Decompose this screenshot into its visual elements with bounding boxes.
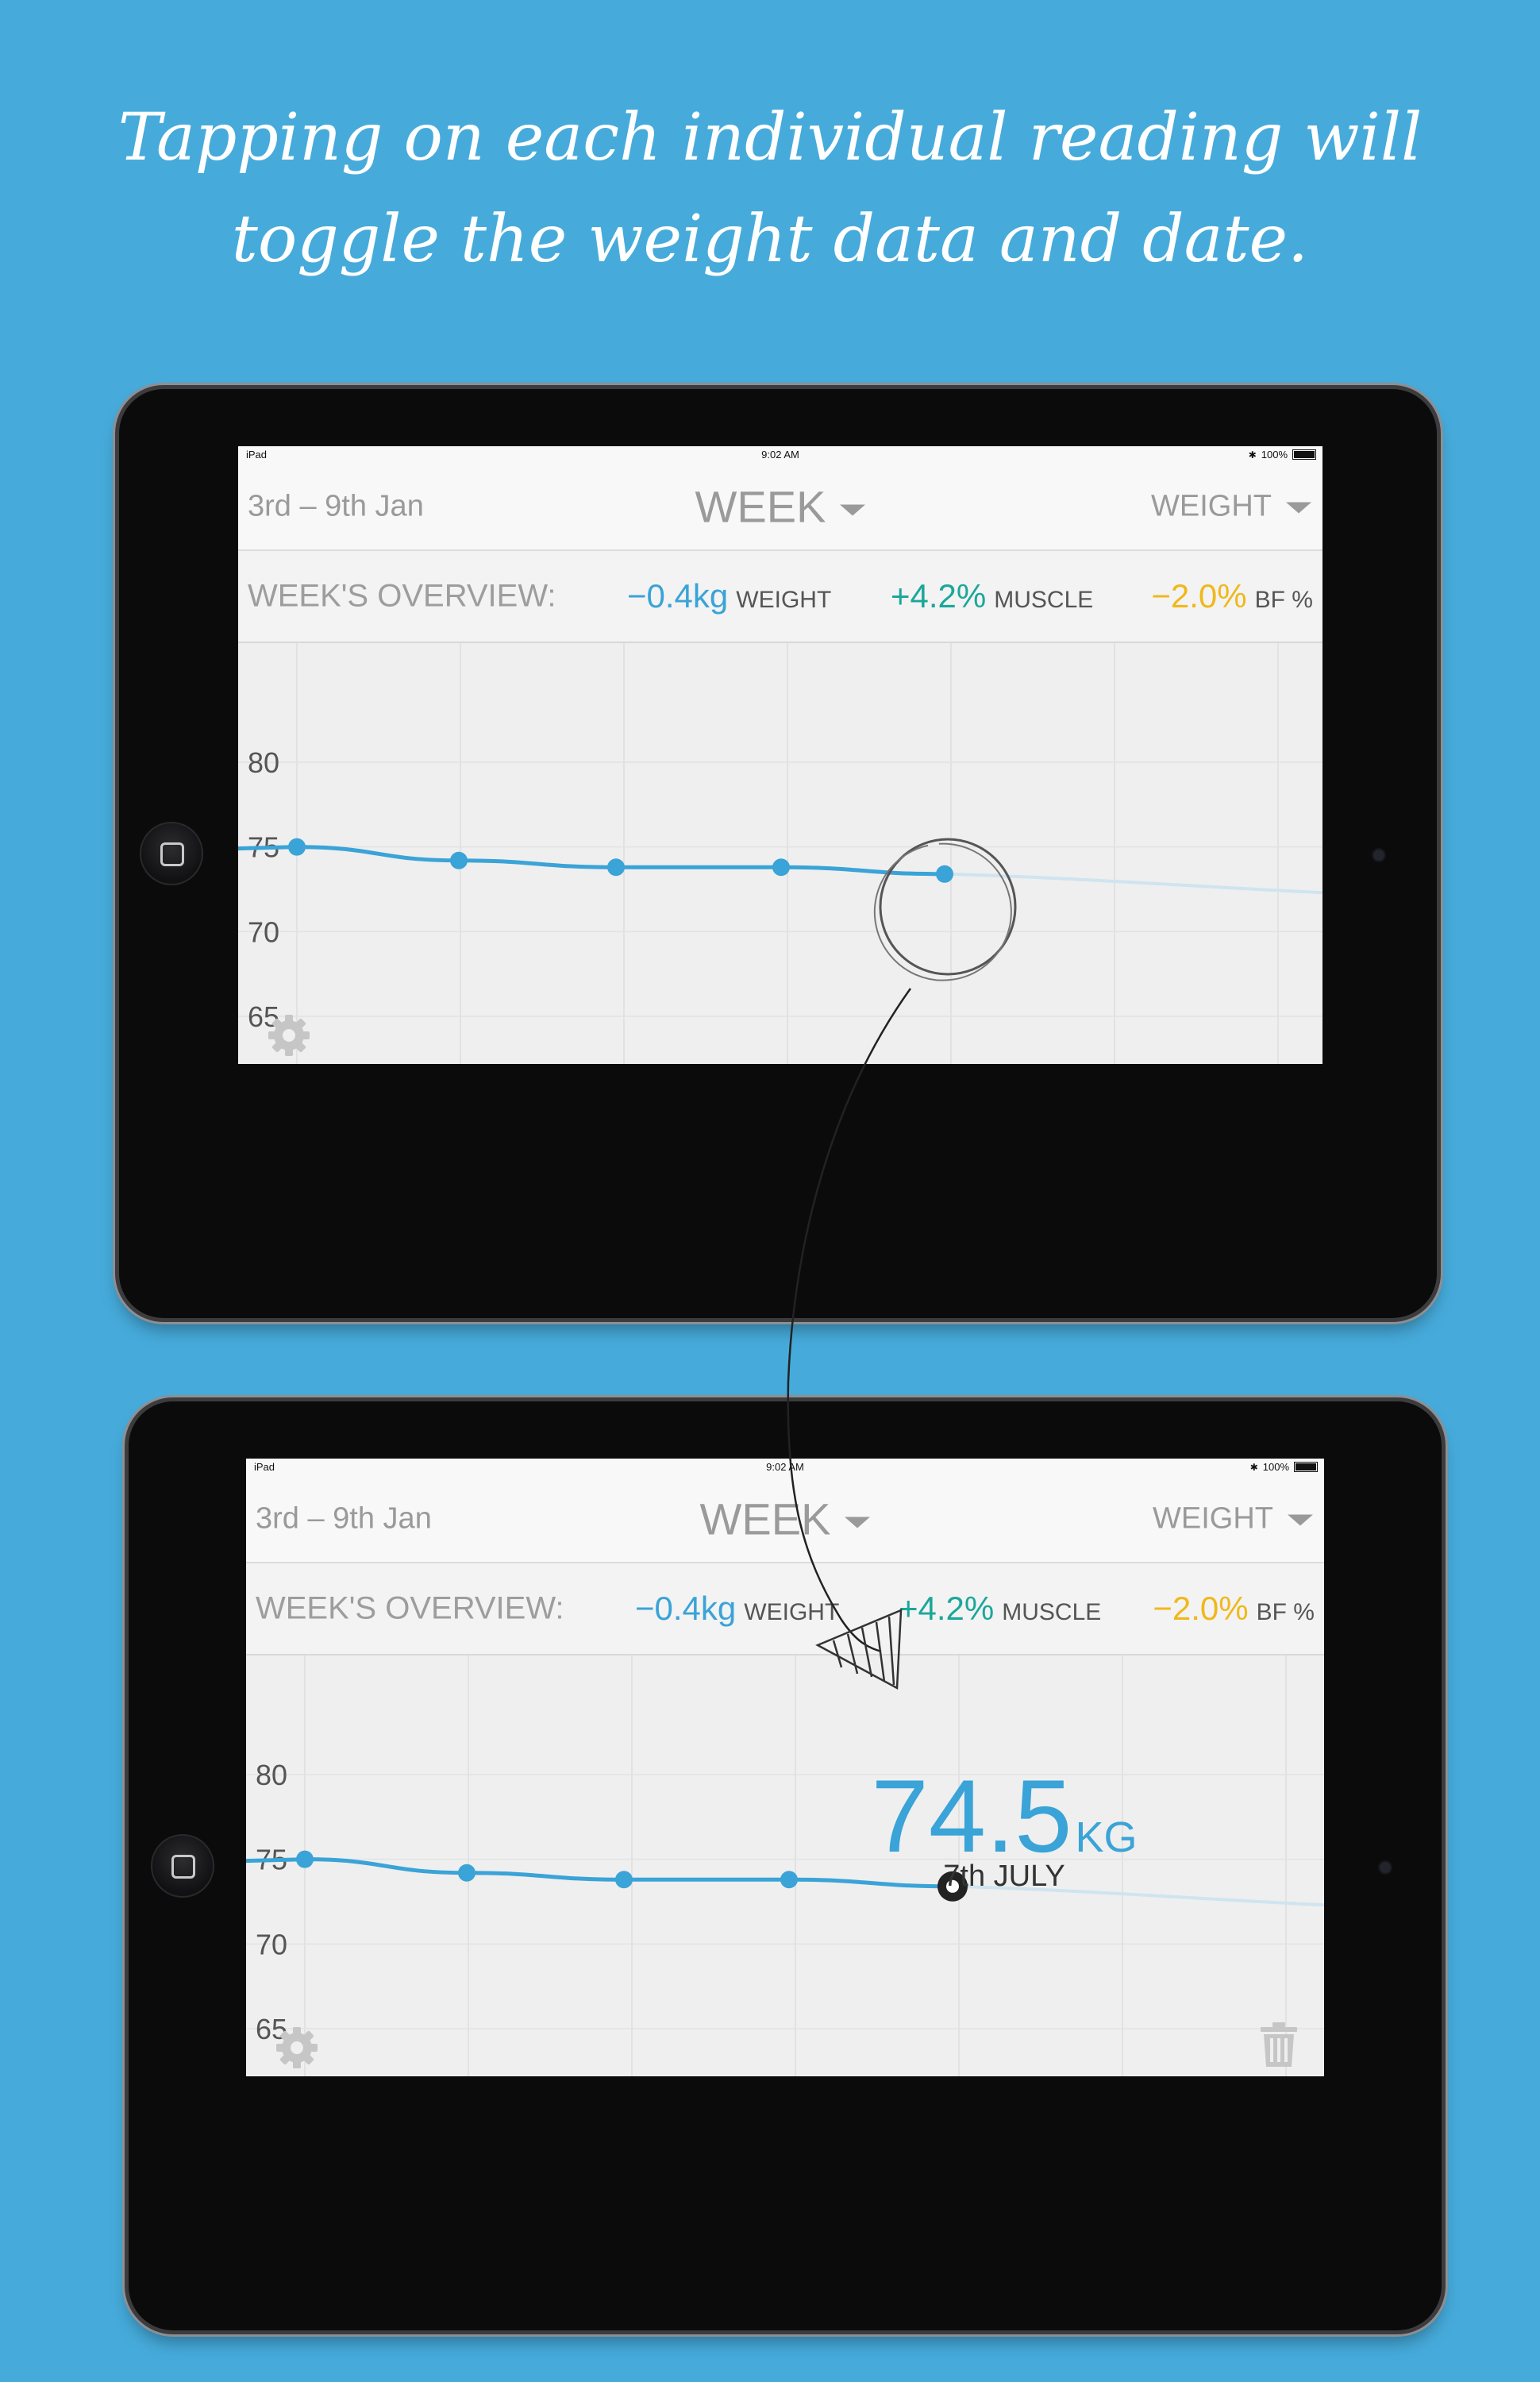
weight-chart[interactable]: 80757065 xyxy=(246,1655,1324,2076)
muscle-change: +4.2% xyxy=(891,577,987,615)
data-point[interactable] xyxy=(772,858,790,877)
status-right: ✱ 100% xyxy=(1250,1461,1318,1473)
bodyfat-label: BF % xyxy=(1254,587,1313,613)
muscle-change: +4.2% xyxy=(899,1590,995,1627)
reading-number: 74.5 xyxy=(871,1758,1072,1874)
home-button[interactable] xyxy=(151,1834,214,1898)
nav-bar: 3rd – 9th Jan WEEK WEIGHT xyxy=(246,1476,1324,1563)
battery-icon xyxy=(1294,1462,1318,1472)
gear-icon[interactable] xyxy=(265,1012,313,1059)
y-tick-label: 70 xyxy=(248,915,279,948)
weight-change: −0.4kg xyxy=(635,1590,737,1627)
status-bar: iPad 9:02 AM ✱ 100% xyxy=(238,446,1322,464)
battery-percent: 100% xyxy=(1261,449,1288,461)
weight-chart[interactable]: 80757065 xyxy=(238,643,1322,1064)
camera-icon xyxy=(1378,1860,1392,1875)
y-tick-label: 70 xyxy=(256,1928,287,1960)
ipad-frame-bottom: iPad 9:02 AM ✱ 100% 3rd – 9th Jan WEEK W… xyxy=(129,1401,1442,2330)
app-screen: iPad 9:02 AM ✱ 100% 3rd – 9th Jan WEEK W… xyxy=(246,1459,1324,2076)
week-overview: WEEK'S OVERVIEW: −0.4kg WEIGHT +4.2% MUSCL… xyxy=(238,551,1322,643)
reading-unit: KG xyxy=(1075,1813,1138,1861)
data-point[interactable] xyxy=(607,858,625,877)
bodyfat-change: −2.0% xyxy=(1153,1590,1249,1627)
selected-reading-date: 7th JULY xyxy=(943,1860,1065,1893)
bluetooth-icon: ✱ xyxy=(1248,449,1257,461)
metric-selector[interactable]: WEIGHT xyxy=(1151,490,1311,524)
bodyfat-change: −2.0% xyxy=(1151,577,1247,615)
headline-line-2: toggle the weight data and date. xyxy=(231,202,1309,277)
overview-weight: −0.4kg WEIGHT xyxy=(635,1590,839,1628)
overview-label: WEEK'S OVERVIEW: xyxy=(256,1590,564,1626)
y-tick-label: 80 xyxy=(248,746,279,779)
muscle-label: MUSCLE xyxy=(994,587,1094,613)
status-bar: iPad 9:02 AM ✱ 100% xyxy=(246,1459,1324,1476)
weight-label: WEIGHT xyxy=(736,587,832,613)
weight-line xyxy=(238,845,947,877)
weight-label: WEIGHT xyxy=(744,1599,840,1625)
overview-label: WEEK'S OVERVIEW: xyxy=(248,578,556,614)
status-time: 9:02 AM xyxy=(766,1461,804,1473)
muscle-label: MUSCLE xyxy=(1002,1599,1102,1625)
home-button[interactable] xyxy=(140,822,203,885)
chevron-down-icon xyxy=(1288,1514,1313,1526)
data-point[interactable] xyxy=(458,1864,475,1882)
gear-icon[interactable] xyxy=(273,2024,321,2072)
data-point[interactable] xyxy=(296,1850,314,1868)
chevron-down-icon xyxy=(840,504,866,516)
chevron-down-icon xyxy=(1286,502,1311,514)
headline: Tapping on each individual reading will … xyxy=(0,87,1540,291)
period-label: WEEK xyxy=(699,1494,831,1544)
selected-reading-value[interactable]: 74.5KG xyxy=(853,1764,1155,1867)
nav-bar: 3rd – 9th Jan WEEK WEIGHT xyxy=(238,464,1322,551)
data-point[interactable] xyxy=(450,851,468,869)
projection-line xyxy=(944,872,1322,895)
status-right: ✱ 100% xyxy=(1249,449,1316,461)
metric-label: WEIGHT xyxy=(1153,1501,1273,1536)
battery-percent: 100% xyxy=(1262,1461,1289,1473)
metric-label: WEIGHT xyxy=(1151,489,1272,523)
chevron-down-icon xyxy=(845,1517,871,1528)
data-point[interactable] xyxy=(615,1871,633,1889)
overview-weight: −0.4kg WEIGHT xyxy=(627,577,831,615)
battery-icon xyxy=(1292,449,1316,460)
metric-selector[interactable]: WEIGHT xyxy=(1153,1502,1313,1536)
weight-change: −0.4kg xyxy=(627,577,729,615)
y-tick-label: 80 xyxy=(256,1759,287,1791)
overview-muscle: +4.2% MUSCLE xyxy=(899,1590,1101,1628)
bluetooth-icon: ✱ xyxy=(1249,1461,1258,1473)
headline-line-1: Tapping on each individual reading will xyxy=(117,100,1423,175)
trash-icon[interactable] xyxy=(1259,2021,1299,2068)
data-point[interactable] xyxy=(780,1871,798,1889)
camera-icon xyxy=(1372,848,1386,862)
bodyfat-label: BF % xyxy=(1256,1599,1315,1625)
ipad-frame-top: iPad 9:02 AM ✱ 100% 3rd – 9th Jan WEEK W… xyxy=(119,389,1437,1318)
app-screen: iPad 9:02 AM ✱ 100% 3rd – 9th Jan WEEK W… xyxy=(238,446,1322,1064)
period-label: WEEK xyxy=(695,481,826,532)
week-overview: WEEK'S OVERVIEW: −0.4kg WEIGHT +4.2% MUSCL… xyxy=(246,1563,1324,1655)
weight-line xyxy=(246,1857,955,1889)
overview-bodyfat: −2.0% BF % xyxy=(1153,1590,1315,1628)
data-point[interactable] xyxy=(288,838,306,856)
data-point[interactable] xyxy=(936,865,953,883)
overview-bodyfat: −2.0% BF % xyxy=(1151,577,1313,615)
status-time: 9:02 AM xyxy=(761,449,799,461)
overview-muscle: +4.2% MUSCLE xyxy=(891,577,1093,615)
